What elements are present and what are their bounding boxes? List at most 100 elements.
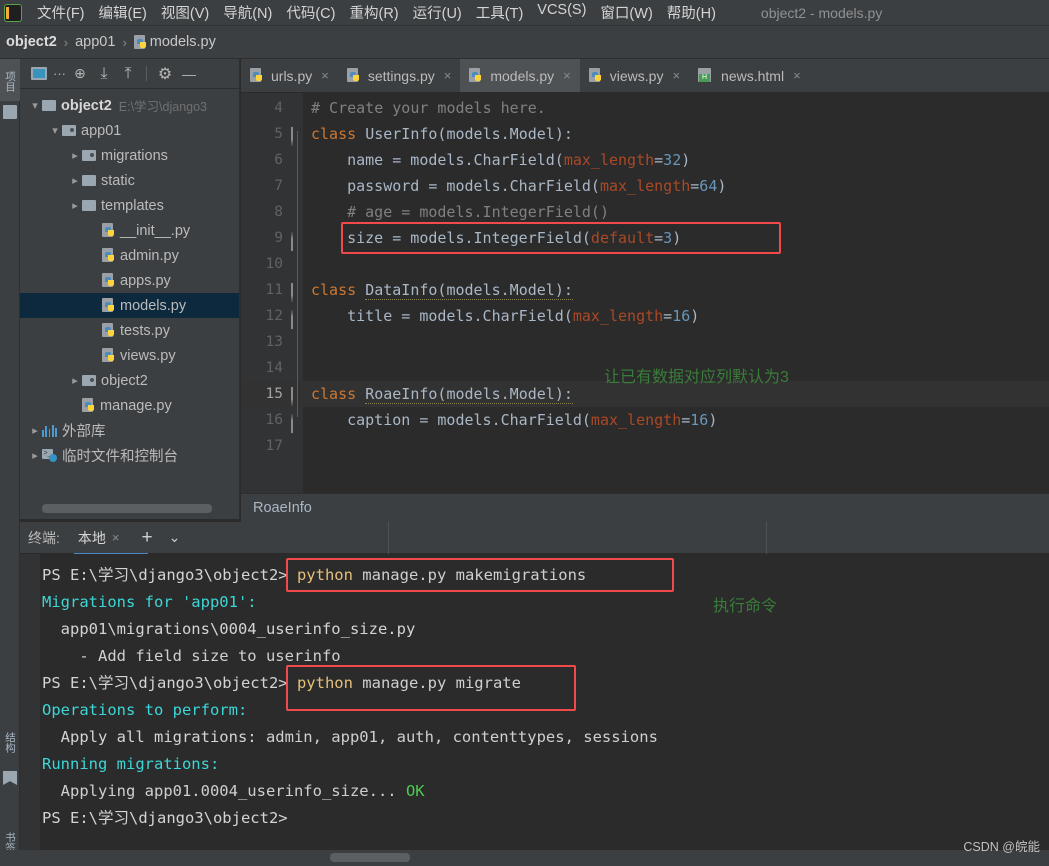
more-options-icon[interactable]: ··· [52, 63, 67, 85]
chevron-right-icon[interactable] [68, 199, 82, 212]
close-icon[interactable]: × [112, 530, 120, 545]
fold-end-icon[interactable] [291, 231, 302, 251]
terminal-tab-label: 本地 [77, 529, 106, 546]
tree-item-label: 临时文件和控制台 [62, 449, 178, 465]
chevron-down-icon[interactable] [48, 124, 62, 137]
menu-edit[interactable]: 编辑(E) [92, 0, 154, 25]
menu-vcs[interactable]: VCS(S) [530, 0, 593, 25]
editor-tab-urls-py[interactable]: urls.py × [241, 59, 338, 92]
tree-item-views.py[interactable]: views.py [20, 343, 239, 368]
code-line: password = models.CharField(max_length=6… [347, 173, 726, 199]
chevron-right-icon[interactable] [28, 424, 42, 437]
line-number: 12 [265, 308, 283, 324]
breadcrumb-item-app[interactable]: app01 [75, 34, 115, 50]
terminal-line: PS E:\学习\django3\object2> [42, 805, 288, 832]
tool-window-button-project[interactable]: 项目 [0, 59, 20, 101]
menu-refactor[interactable]: 重构(R) [342, 0, 405, 25]
terminal-tab-bar: 终端: 本地 × + ⌄ [20, 522, 1049, 556]
locate-icon[interactable]: ⊕ [69, 63, 91, 85]
fold-collapse-icon[interactable] [291, 127, 302, 147]
editor-tab-views-py[interactable]: views.py × [580, 59, 689, 92]
code-editor[interactable]: 4 # Create your models here. 5 class UserIn… [241, 93, 1049, 493]
tree-item-tests.py[interactable]: tests.py [20, 318, 239, 343]
editor-tab-models-py[interactable]: models.py × [460, 59, 580, 92]
chevron-right-icon[interactable] [28, 449, 42, 462]
tree-item-object2[interactable]: object2 [20, 368, 239, 393]
terminal-token: PS E:\学习\django3\object2> [42, 809, 288, 827]
folder-icon [3, 105, 17, 119]
tree-item-static[interactable]: static [20, 168, 239, 193]
close-icon[interactable]: × [793, 68, 801, 83]
chevron-right-icon[interactable] [68, 149, 82, 162]
chevron-down-icon[interactable]: ⌄ [169, 529, 181, 546]
tree-item-[interactable]: >_ 临时文件和控制台 [20, 443, 239, 468]
project-horizontal-scrollbar[interactable] [42, 504, 212, 513]
menu-file[interactable]: 文件(F) [30, 0, 92, 25]
close-icon[interactable]: × [563, 68, 571, 83]
collapse-all-icon[interactable]: ⤒ [117, 63, 139, 85]
chevron-right-icon[interactable] [68, 174, 82, 187]
menu-view[interactable]: 视图(V) [154, 0, 216, 25]
tree-item-object2[interactable]: object2 E:\学习\django3 [20, 93, 239, 118]
line-number: 16 [265, 412, 283, 428]
python-file-icon [469, 68, 482, 83]
fold-end-icon[interactable] [291, 413, 302, 433]
chevron-right-icon[interactable] [68, 374, 82, 387]
tree-item-label: tests.py [120, 322, 170, 339]
code-token: # age = models.IntegerField() [347, 203, 609, 221]
fold-collapse-icon[interactable] [291, 387, 302, 407]
menu-tools[interactable]: 工具(T) [469, 0, 531, 25]
terminal-token: PS E:\学习\django3\object2> [42, 566, 297, 584]
menu-code[interactable]: 代码(C) [279, 0, 342, 25]
terminal-line: Operations to perform: [42, 697, 247, 724]
project-tree[interactable]: object2 E:\学习\django3 app01 migrations stati… [20, 89, 239, 515]
close-icon[interactable]: × [444, 68, 452, 83]
breadcrumb-item-file[interactable]: models.py [150, 34, 216, 50]
pycharm-logo-icon [4, 3, 22, 22]
library-icon [42, 424, 57, 437]
left-tool-strip: 项目 结构 书签 [0, 59, 20, 866]
tool-window-button-structure[interactable]: 结构 [0, 719, 20, 765]
editor-tab-settings-py[interactable]: settings.py × [338, 59, 461, 92]
tree-item-label: admin.py [120, 247, 179, 264]
menu-window[interactable]: 窗口(W) [593, 0, 659, 25]
tree-item-app01[interactable]: app01 [20, 118, 239, 143]
menu-help[interactable]: 帮助(H) [660, 0, 723, 25]
close-icon[interactable]: × [672, 68, 680, 83]
line-number: 9 [274, 230, 283, 246]
tree-item-models.py[interactable]: models.py [20, 293, 239, 318]
menu-navigate[interactable]: 导航(N) [216, 0, 279, 25]
hide-panel-icon[interactable]: — [178, 63, 200, 85]
tree-item-[interactable]: 外部库 [20, 418, 239, 443]
code-token: caption = models.CharField( [347, 411, 591, 429]
settings-gear-icon[interactable]: ⚙ [154, 63, 176, 85]
code-token: 64 [699, 177, 718, 195]
code-line: name = models.CharField(max_length=32) [347, 147, 690, 173]
fold-end-icon[interactable] [291, 309, 302, 329]
tree-item-admin.py[interactable]: admin.py [20, 243, 239, 268]
terminal-tabbar-divider [388, 522, 389, 554]
tree-item-manage.py[interactable]: manage.py [20, 393, 239, 418]
close-icon[interactable]: × [321, 68, 329, 83]
code-token: ) [690, 307, 700, 325]
code-token: = [690, 177, 700, 195]
tree-item-templates[interactable]: templates [20, 193, 239, 218]
expand-all-icon[interactable]: ⤓ [93, 63, 115, 85]
line-number: 15 [265, 386, 283, 402]
chevron-down-icon[interactable] [28, 99, 42, 112]
terminal-tab-local[interactable]: 本地 × [73, 528, 148, 556]
menu-run[interactable]: 运行(U) [406, 0, 469, 25]
breadcrumb-separator: › [122, 34, 127, 50]
editor-tab-news-html[interactable]: Hnews.html × [689, 59, 810, 92]
tree-item-migrations[interactable]: migrations [20, 143, 239, 168]
select-opened-file-icon[interactable] [28, 63, 50, 85]
bottom-scroll-thumb[interactable] [330, 853, 410, 862]
breadcrumb-item-project[interactable]: object2 [6, 34, 57, 50]
tree-item-apps.py[interactable]: apps.py [20, 268, 239, 293]
annotation-box-makemigrations-command [286, 558, 674, 592]
add-terminal-icon[interactable]: + [141, 527, 152, 549]
fold-collapse-icon[interactable] [291, 283, 302, 303]
terminal-output[interactable]: PS E:\学习\django3\object2> python manage.… [20, 554, 1049, 850]
tree-item-__init__.py[interactable]: __init__.py [20, 218, 239, 243]
terminal-token: - Add field size to userinfo [42, 647, 341, 665]
